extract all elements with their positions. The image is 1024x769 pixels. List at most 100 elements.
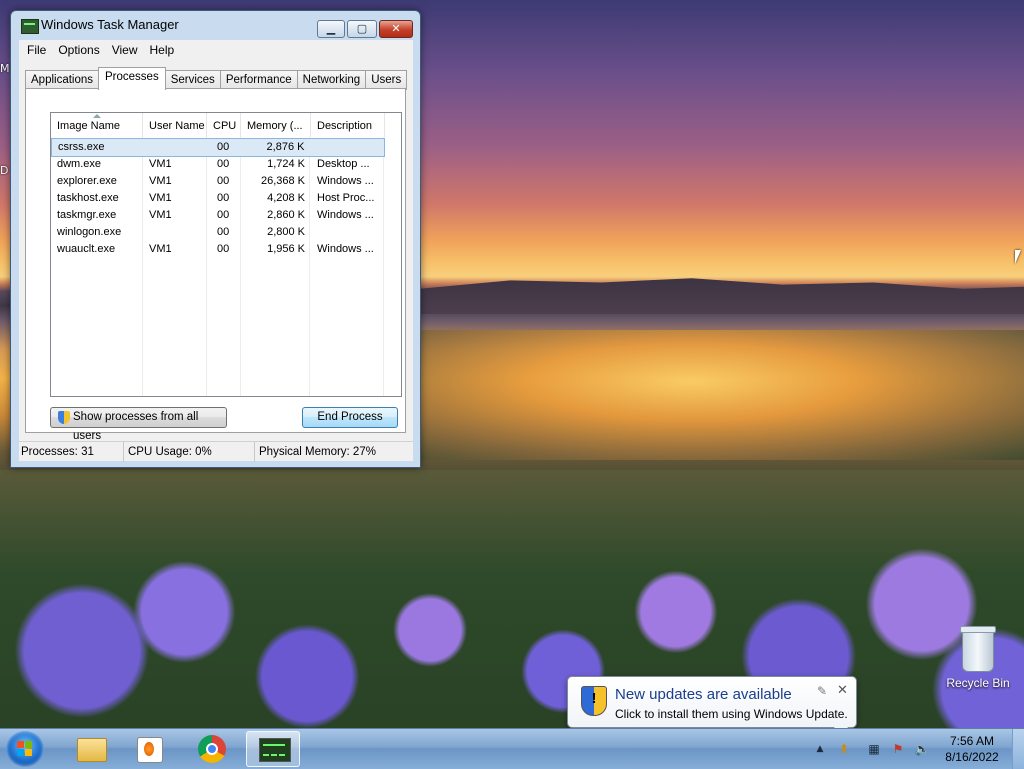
close-button[interactable]: ✕ — [379, 20, 413, 38]
shield-warning-icon: ! — [581, 686, 607, 716]
desktop-icon-label-fragment[interactable]: D — [0, 164, 8, 177]
clock-time: 7:56 AM — [949, 734, 995, 748]
distant-hills — [420, 278, 1024, 314]
process-user: VM1 — [149, 243, 172, 255]
process-memory: 1,956 K — [267, 243, 305, 255]
window-title: Windows Task Manager — [41, 17, 179, 32]
table-row[interactable]: winlogon.exe 00 2,800 K — [51, 224, 401, 241]
process-description: Desktop ... — [317, 158, 370, 170]
table-row[interactable]: wuauclt.exe VM1 00 1,956 K Windows ... — [51, 241, 401, 258]
process-rows: csrss.exe 00 2,876 K dwm.exe VM1 00 1,72… — [51, 138, 401, 258]
taskbar-media-player-button[interactable] — [124, 731, 178, 767]
desktop-icon-label-fragment[interactable]: M — [0, 62, 10, 75]
table-row[interactable]: taskhost.exe VM1 00 4,208 K Host Proc... — [51, 190, 401, 207]
process-cpu: 00 — [217, 175, 230, 187]
status-bar: Processes: 31 CPU Usage: 0% Physical Mem… — [19, 441, 413, 462]
process-description — [310, 139, 384, 156]
windows-update-icon[interactable]: ⬆ — [836, 741, 852, 757]
process-user: VM1 — [149, 158, 172, 170]
process-cpu: 00 — [217, 243, 230, 255]
column-description[interactable]: Description — [311, 113, 385, 137]
process-user — [143, 224, 207, 241]
network-icon[interactable]: ▦ — [866, 741, 882, 757]
minimize-button[interactable]: ▁ — [317, 20, 345, 38]
table-row[interactable]: csrss.exe 00 2,876 K — [51, 138, 385, 157]
taskbar-chrome-button[interactable] — [186, 731, 240, 767]
table-row[interactable]: explorer.exe VM1 00 26,368 K Windows ... — [51, 173, 401, 190]
task-manager-window[interactable]: Windows Task Manager ▁ ▢ ✕ File Options … — [10, 10, 421, 468]
process-name: dwm.exe — [57, 158, 102, 170]
taskbar: ▲ ⬆ ▦ ⚑ 🔈 7:56 AM 8/16/2022 — [0, 728, 1024, 769]
process-memory: 4,208 K — [267, 192, 305, 204]
process-user: VM1 — [149, 192, 172, 204]
process-list[interactable]: Image Name User Name CPU Memory (... Des… — [50, 112, 402, 397]
title-bar[interactable]: Windows Task Manager ▁ ▢ ✕ — [11, 11, 420, 39]
process-memory: 1,724 K — [267, 158, 305, 170]
volume-icon[interactable]: 🔈 — [914, 741, 930, 757]
process-name: taskmgr.exe — [57, 209, 117, 221]
process-user: VM1 — [149, 175, 172, 187]
process-name: wuauclt.exe — [57, 243, 116, 255]
process-name: csrss.exe — [58, 141, 105, 153]
maximize-button[interactable]: ▢ — [347, 20, 377, 38]
process-user — [143, 139, 207, 156]
options-wrench-icon[interactable]: ✎ — [817, 684, 827, 698]
clock-date: 8/16/2022 — [945, 750, 999, 764]
status-process-count: Processes: 31 — [19, 442, 124, 462]
folder-icon — [77, 738, 107, 762]
process-cpu: 00 — [217, 209, 230, 221]
taskbar-clock[interactable]: 7:56 AM 8/16/2022 — [932, 733, 1012, 765]
chrome-icon — [198, 735, 226, 763]
process-memory: 26,368 K — [260, 175, 305, 187]
process-name: winlogon.exe — [57, 226, 122, 238]
processes-tab-panel: Image Name User Name CPU Memory (... Des… — [25, 88, 406, 442]
process-user: VM1 — [149, 209, 172, 221]
show-hidden-icons-arrow-icon[interactable]: ▲ — [812, 741, 828, 757]
column-memory[interactable]: Memory (... — [241, 113, 311, 137]
media-player-icon — [137, 737, 163, 763]
menu-view[interactable]: View — [106, 43, 144, 57]
process-cpu: 00 — [217, 226, 230, 238]
show-desktop-button[interactable] — [1012, 729, 1024, 769]
tab-strip: Applications Processes Services Performa… — [25, 67, 408, 90]
table-row[interactable]: taskmgr.exe VM1 00 2,860 K Windows ... — [51, 207, 401, 224]
column-cpu[interactable]: CPU — [207, 113, 241, 137]
tab-services[interactable]: Services — [164, 70, 221, 90]
status-cpu-usage: CPU Usage: 0% — [124, 442, 255, 462]
start-button[interactable] — [6, 731, 44, 767]
windows-logo-icon — [17, 741, 33, 757]
flower-meadow — [0, 470, 1024, 728]
tab-processes[interactable]: Processes — [98, 67, 166, 90]
menu-options[interactable]: Options — [52, 43, 105, 57]
tab-users[interactable]: Users — [365, 70, 408, 90]
taskbar-task-manager-button[interactable] — [246, 731, 300, 767]
show-all-processes-button[interactable]: Show processes from all users — [50, 407, 227, 442]
tab-performance[interactable]: Performance — [219, 70, 298, 90]
action-center-flag-icon[interactable]: ⚑ — [890, 741, 906, 757]
menu-help[interactable]: Help — [144, 43, 181, 57]
taskbar-explorer-button[interactable] — [62, 731, 116, 767]
notification-text: Click to install them using Windows Upda… — [615, 707, 848, 721]
tab-applications[interactable]: Applications — [25, 70, 100, 90]
tab-networking[interactable]: Networking — [296, 70, 367, 90]
process-description: Windows ... — [317, 243, 374, 255]
close-icon[interactable]: ✕ — [837, 682, 848, 698]
menu-bar: File Options View Help — [19, 40, 413, 60]
task-manager-icon — [21, 19, 39, 34]
column-image-name[interactable]: Image Name — [51, 113, 143, 137]
process-description — [311, 224, 385, 241]
recycle-bin-label: Recycle Bin — [946, 676, 1010, 690]
process-cpu: 00 — [217, 141, 230, 153]
uac-shield-icon — [58, 411, 70, 424]
status-physical-memory: Physical Memory: 27% — [259, 446, 376, 458]
table-row[interactable]: dwm.exe VM1 00 1,724 K Desktop ... — [51, 156, 401, 173]
end-process-button[interactable]: End Process — [302, 407, 398, 428]
column-user-name[interactable]: User Name — [143, 113, 207, 137]
recycle-bin-icon — [960, 626, 996, 672]
windows-update-notification[interactable]: ! New updates are available Click to ins… — [567, 676, 857, 737]
process-cpu: 00 — [217, 158, 230, 170]
recycle-bin-desktop-icon[interactable]: Recycle Bin — [940, 626, 1016, 690]
process-name: explorer.exe — [57, 175, 117, 187]
menu-file[interactable]: File — [21, 43, 52, 57]
window-client-area: File Options View Help Applications Proc… — [19, 40, 413, 462]
